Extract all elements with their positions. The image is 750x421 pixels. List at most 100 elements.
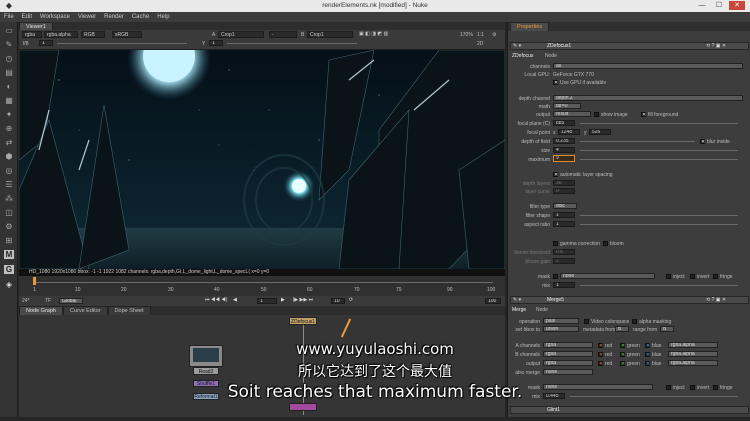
node-bar-buttons[interactable]: ⟲ ? ▣ ✕ xyxy=(706,43,726,49)
node-bar-icons[interactable]: ✎ ▾ xyxy=(513,43,521,49)
zdefocus-mix-field[interactable]: 1 xyxy=(553,282,575,288)
merge-node-name[interactable]: Merge5 xyxy=(547,297,564,303)
channel-select[interactable]: rgba.alpha xyxy=(44,31,78,38)
timeline-track[interactable] xyxy=(33,278,493,283)
tab-dope-sheet[interactable]: Dope Sheet xyxy=(107,306,151,315)
viewer-settings-icon[interactable]: ⚙ xyxy=(492,32,496,38)
views-tool-icon[interactable]: ◎ xyxy=(4,166,14,175)
node-merge[interactable] xyxy=(289,403,317,411)
other-tool-icon[interactable]: ⊞ xyxy=(4,236,14,245)
merge-node-bar-icons[interactable]: ✎ ▾ xyxy=(513,297,521,303)
show-image-checkbox[interactable] xyxy=(594,112,599,117)
global-select[interactable]: Global xyxy=(59,298,83,304)
menu-file[interactable]: File xyxy=(0,12,18,20)
menu-viewer[interactable]: Viewer xyxy=(74,12,100,20)
menu-help[interactable]: Help xyxy=(153,12,173,20)
metadata-select[interactable]: B xyxy=(615,326,629,332)
zoom-label[interactable]: 170% xyxy=(460,32,473,38)
end-frame-field[interactable]: 100 xyxy=(485,298,501,304)
play-backward-icon[interactable]: ◀ xyxy=(233,297,237,303)
plugin-g-icon[interactable]: G xyxy=(4,265,14,274)
alpha-masking-checkbox[interactable] xyxy=(632,319,637,324)
display-select[interactable]: RGB xyxy=(81,31,105,38)
menu-edit[interactable]: Edit xyxy=(18,12,36,20)
focal-y-field[interactable]: 526 xyxy=(589,129,611,135)
wipe-select[interactable]: - xyxy=(269,31,297,38)
zdefocus-mask-checkbox[interactable] xyxy=(553,274,558,279)
output-select[interactable]: result xyxy=(553,111,591,117)
tab-merge[interactable]: Merge xyxy=(512,307,526,313)
viewer-toggle-icons[interactable]: ▣ ◧ ◨ ◩ ▥ xyxy=(359,31,388,37)
gamma-field[interactable]: 1 xyxy=(209,40,223,46)
blur-inside-checkbox[interactable]: ✕ xyxy=(700,139,705,145)
gamma-slider[interactable] xyxy=(227,40,357,44)
tab-curve-editor[interactable]: Curve Editor xyxy=(62,306,108,315)
filter-type-select[interactable]: disc xyxy=(553,203,577,209)
gamma-correction-checkbox[interactable] xyxy=(553,241,558,246)
operation-select[interactable]: plus xyxy=(543,318,579,324)
zdefocus-mix-slider[interactable] xyxy=(580,282,738,286)
zdefocus-inject-checkbox[interactable] xyxy=(666,274,671,279)
zdefocus-node-name[interactable]: ZDefocus1 xyxy=(547,43,571,49)
tf-toggle[interactable]: TF xyxy=(45,298,51,304)
bloom-threshold-field[interactable]: 0.8 xyxy=(553,249,575,255)
particles-tool-icon[interactable]: ⁂ xyxy=(4,194,14,203)
loop-icon[interactable]: ⟳ xyxy=(349,297,353,303)
auto-layer-spacing-checkbox[interactable]: ✕ xyxy=(553,172,558,178)
layer-select[interactable]: rgba xyxy=(22,31,42,38)
menu-cache[interactable]: Cache xyxy=(128,12,153,20)
tab-merge-node[interactable]: Node xyxy=(536,307,548,313)
gain-slider[interactable] xyxy=(57,40,187,44)
channels-select[interactable]: all xyxy=(553,63,743,69)
zdefocus-fringe-checkbox[interactable] xyxy=(713,274,718,279)
bloom-checkbox[interactable] xyxy=(603,241,608,246)
focal-plane-slider[interactable] xyxy=(580,120,738,124)
draw-tool-icon[interactable]: ✎ xyxy=(4,40,14,49)
metadata-tool-icon[interactable]: ☰ xyxy=(4,180,14,189)
fill-foreground-checkbox[interactable]: ✕ xyxy=(641,112,646,118)
ratio-label[interactable]: 1:1 xyxy=(477,32,484,38)
fstop-label[interactable]: f/8 xyxy=(23,41,29,47)
maximize-button[interactable]: ☐ xyxy=(711,1,727,10)
depth-layers-field[interactable]: 30 xyxy=(553,180,575,186)
focal-x-field[interactable]: 1248 xyxy=(558,129,580,135)
math-select[interactable]: far=0 xyxy=(553,103,581,109)
step-field[interactable]: 10 xyxy=(331,298,345,304)
tab-zdefocus[interactable]: ZDefocus xyxy=(512,53,533,59)
zdefocus-mask-select[interactable]: none xyxy=(560,273,655,279)
video-colorspace-checkbox[interactable] xyxy=(584,319,589,324)
rewind-controls-icon[interactable]: ⏮ ◀◀ ◀| xyxy=(205,297,227,303)
forward-controls-icon[interactable]: |▶ ▶▶ ⏭ xyxy=(293,297,313,303)
keyer-tool-icon[interactable]: ✦ xyxy=(4,110,14,119)
focal-plane-field[interactable]: 885 xyxy=(553,120,575,126)
timeline-playhead[interactable] xyxy=(33,277,36,285)
use-gpu-checkbox[interactable]: ✕ xyxy=(553,80,558,86)
size-slider[interactable] xyxy=(580,147,738,151)
input-a-select[interactable]: Crop1 xyxy=(218,31,264,38)
play-forward-icon[interactable]: ▶ xyxy=(281,297,285,303)
plugin-v-icon[interactable]: ◈ xyxy=(4,280,14,289)
maximum-field[interactable]: 9 xyxy=(553,155,575,162)
time-tool-icon[interactable]: ◷ xyxy=(4,54,14,63)
3d-tool-icon[interactable]: ⬢ xyxy=(4,152,14,161)
fps-field[interactable]: 24* xyxy=(22,298,30,304)
zdefocus-invert-checkbox[interactable] xyxy=(690,274,695,279)
tab-node-graph[interactable]: Node Graph xyxy=(19,306,63,315)
input-b-select[interactable]: Crop1 xyxy=(307,31,353,38)
color-tool-icon[interactable]: ◐ xyxy=(4,82,14,91)
current-frame-field[interactable]: 1 xyxy=(257,298,277,304)
tab-properties[interactable]: Properties xyxy=(510,22,550,31)
viewer-canvas[interactable] xyxy=(19,50,505,269)
filter-shape-field[interactable]: 1 xyxy=(553,212,575,218)
depth-channel-select[interactable]: depth.Z xyxy=(553,95,743,101)
range-select[interactable]: B xyxy=(660,326,674,332)
menu-workspace[interactable]: Workspace xyxy=(36,12,74,20)
plugin-m-icon[interactable]: M xyxy=(4,250,14,259)
colorspace-select[interactable]: sRGB xyxy=(112,31,142,38)
deep-tool-icon[interactable]: ◫ xyxy=(4,208,14,217)
bloom-gain-field[interactable]: 2 xyxy=(553,258,575,264)
menu-render[interactable]: Render xyxy=(100,12,128,20)
node-zdefocus1[interactable]: ZDefocus1 xyxy=(289,317,317,325)
image-tool-icon[interactable]: ▭ xyxy=(4,26,14,35)
aspect-ratio-slider[interactable] xyxy=(580,221,738,225)
